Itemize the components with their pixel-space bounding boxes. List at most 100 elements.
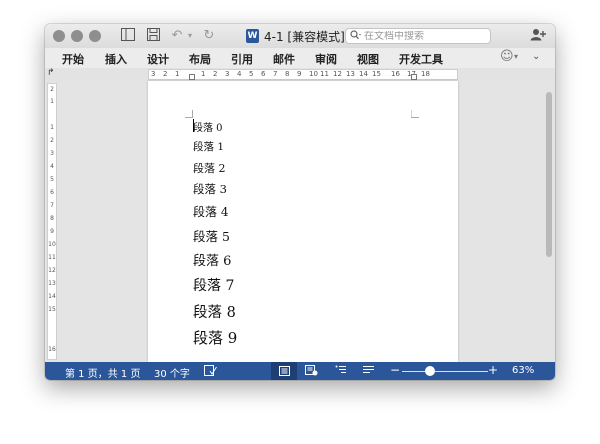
paragraph: 段落 9	[193, 329, 238, 347]
horizontal-ruler-bar: ↱ 3 2 1 1 2 3 4 5 6 7 8 9 10 11 12 13 14…	[45, 68, 555, 82]
margin-corner-mark	[185, 110, 193, 118]
document-page[interactable]: 段落 0 段落 1 段落 2 段落 3 段落 4 段落 5 段落 6 段落 7 …	[148, 81, 458, 362]
ruler-tick-label: 2	[50, 86, 54, 93]
ruler-tick-label: 12	[48, 267, 56, 274]
ruler-tick-label: 6	[261, 70, 266, 78]
paragraph: 段落 1	[193, 141, 225, 153]
zoom-slider-thumb[interactable]	[425, 366, 435, 376]
zoom-slider[interactable]	[402, 371, 488, 372]
page-count-label[interactable]: 第 1 页，共 1 页	[65, 365, 140, 380]
ruler-tick-label: 13	[48, 280, 56, 287]
ruler-tick-label: 15	[372, 70, 381, 78]
paragraph: 段落 4	[193, 205, 229, 219]
proofing-icon[interactable]	[204, 365, 217, 379]
ruler-tick-label: 4	[237, 70, 242, 78]
ruler-tick-label: 1	[50, 124, 54, 131]
ruler-tick-label: 2	[163, 70, 168, 78]
word-window: ↶ ▾ ↻ W 4-1 [兼容模式] 开始 插入 设计 布局 引用 邮件 审阅 …	[45, 24, 555, 380]
sidebar-toggle-icon[interactable]	[120, 28, 136, 44]
word-doc-icon: W	[246, 29, 259, 43]
ruler-tick-label: 6	[50, 189, 54, 196]
paragraph: 段落 0	[193, 123, 223, 134]
ribbon-tabs: 开始 插入 设计 布局 引用 邮件 审阅 视图 开发工具 ☺ ▾ ⌄	[45, 48, 555, 68]
vertical-scrollbar[interactable]	[546, 92, 552, 257]
tab-view[interactable]: 视图	[357, 51, 379, 67]
left-indent-marker-icon[interactable]	[189, 74, 195, 80]
ruler-tick-label: 12	[333, 70, 342, 78]
tab-review[interactable]: 审阅	[315, 51, 337, 67]
tab-insert[interactable]: 插入	[105, 51, 127, 67]
search-box[interactable]	[345, 28, 491, 44]
ruler-tick-label: 9	[297, 70, 302, 78]
paragraph: 段落 2	[193, 162, 226, 175]
paragraph: 段落 5	[193, 229, 230, 244]
draft-view-icon[interactable]	[363, 365, 375, 378]
web-layout-icon[interactable]	[305, 365, 318, 379]
ruler-tick-label: 5	[249, 70, 254, 78]
ruler-tick-label: 18	[421, 70, 430, 78]
minimize-window-button[interactable]	[71, 30, 83, 42]
zoom-out-button[interactable]: −	[390, 363, 400, 377]
collapse-ribbon-icon[interactable]: ⌄	[532, 51, 540, 62]
margin-corner-mark	[411, 110, 419, 118]
word-count-label[interactable]: 30 个字	[154, 365, 190, 380]
ruler-tick-label: 7	[273, 70, 278, 78]
ruler-tick-label: 3	[50, 150, 54, 157]
zoom-in-button[interactable]: +	[488, 363, 498, 377]
ruler-tick-label: 7	[50, 202, 54, 209]
search-icon	[350, 29, 364, 43]
ruler-tick-label: 3	[151, 70, 156, 78]
window-title: W 4-1 [兼容模式]	[246, 28, 345, 44]
status-bar: 第 1 页，共 1 页 30 个字 − + 63%	[45, 362, 555, 380]
ruler-tick-label: 10	[309, 70, 318, 78]
ruler-tick-label: 1	[201, 70, 206, 78]
ruler-tick-label: 2	[213, 70, 218, 78]
paragraph: 段落 8	[193, 305, 236, 321]
ruler-tick-label: 1	[175, 70, 180, 78]
document-area: 2 1 1 2 3 4 5 6 7 8 9 10 11 12 13 14 15 …	[45, 81, 555, 362]
ruler-tick-label: 13	[346, 70, 355, 78]
ruler-tick-label: 8	[50, 215, 54, 222]
ruler-tick-label: 4	[50, 163, 54, 170]
document-title: 4-1 [兼容模式]	[264, 29, 345, 44]
close-window-button[interactable]	[53, 30, 65, 42]
search-input[interactable]	[364, 30, 482, 42]
ruler-tick-label: 2	[50, 137, 54, 144]
tab-home[interactable]: 开始	[62, 51, 84, 67]
ruler-tick-label: 10	[48, 241, 56, 248]
tab-design[interactable]: 设计	[147, 51, 169, 67]
right-indent-marker-icon[interactable]	[411, 74, 417, 80]
horizontal-ruler[interactable]: 3 2 1 1 2 3 4 5 6 7 8 9 10 11 12 13 14 1…	[148, 69, 458, 80]
paragraph: 段落 6	[193, 254, 232, 269]
smiley-feedback-icon[interactable]: ☺	[500, 49, 514, 64]
ruler-tick-label: 16	[391, 70, 400, 78]
paragraph: 段落 7	[193, 278, 235, 294]
print-layout-icon	[279, 366, 290, 376]
tab-developer[interactable]: 开发工具	[399, 51, 443, 67]
ruler-tick-label: 14	[48, 293, 56, 300]
tab-stop-selector-icon[interactable]: ↱	[47, 68, 55, 78]
print-layout-view-button[interactable]	[271, 362, 297, 380]
title-bar: ↶ ▾ ↻ W 4-1 [兼容模式]	[45, 24, 555, 48]
save-icon[interactable]	[145, 28, 161, 44]
outline-view-icon[interactable]	[335, 365, 347, 378]
ruler-tick-label: 1	[50, 98, 54, 105]
ruler-tick-label: 15	[48, 306, 56, 313]
zoom-percent-label[interactable]: 63%	[512, 365, 534, 376]
zoom-window-button[interactable]	[89, 30, 101, 42]
tab-mailings[interactable]: 邮件	[273, 51, 295, 67]
ruler-tick-label: 16	[48, 346, 56, 353]
vertical-ruler[interactable]: 2 1 1 2 3 4 5 6 7 8 9 10 11 12 13 14 15 …	[47, 83, 57, 360]
ruler-tick-label: 3	[225, 70, 230, 78]
ruler-tick-label: 5	[50, 176, 54, 183]
tab-references[interactable]: 引用	[231, 51, 253, 67]
ruler-tick-label: 11	[320, 70, 329, 78]
ruler-tick-label: 11	[48, 254, 56, 261]
ruler-tick-label: 8	[285, 70, 290, 78]
redo-icon[interactable]: ↻	[201, 28, 217, 44]
undo-dropdown-icon[interactable]: ▾	[182, 28, 198, 44]
tab-layout[interactable]: 布局	[189, 51, 211, 67]
paragraph: 段落 3	[193, 182, 227, 196]
share-icon[interactable]	[529, 28, 547, 44]
feedback-dropdown-icon[interactable]: ▾	[514, 52, 518, 61]
